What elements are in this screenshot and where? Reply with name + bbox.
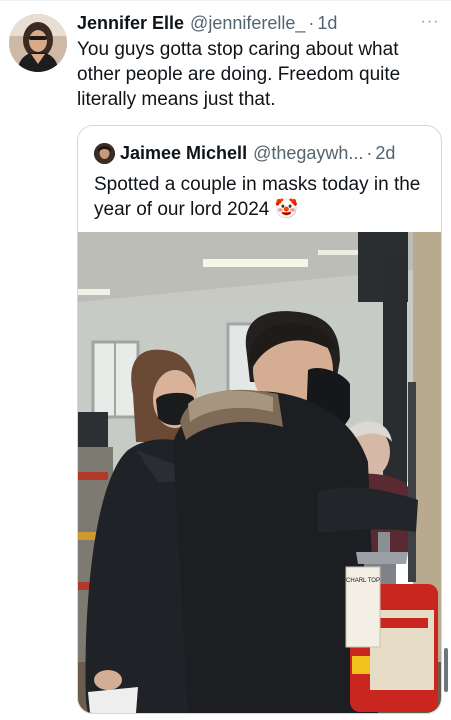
tweet-timestamp[interactable]: 1d bbox=[317, 13, 337, 34]
more-options-icon[interactable]: ··· bbox=[419, 12, 441, 32]
quoted-tweet-photo[interactable]: CHARL TOP bbox=[78, 232, 441, 713]
tweet-text: You guys gotta stop caring about what ot… bbox=[77, 39, 401, 110]
top-divider bbox=[0, 0, 451, 1]
separator-dot: · bbox=[308, 12, 315, 33]
scrollbar-thumb[interactable] bbox=[444, 648, 448, 692]
quoted-separator-dot: · bbox=[366, 142, 373, 163]
quoted-author-avatar[interactable] bbox=[94, 142, 115, 164]
quoted-timestamp[interactable]: 2d bbox=[375, 143, 395, 164]
quoted-author-handle[interactable]: @thegaywh... bbox=[253, 143, 363, 164]
tweet-header: Jennifer Elle @jenniferelle_ · 1d bbox=[77, 11, 421, 35]
author-avatar[interactable] bbox=[9, 14, 67, 72]
author-name[interactable]: Jennifer Elle bbox=[77, 13, 184, 34]
quoted-tweet-header: Jaimee Michell @thegaywh... · 2d bbox=[94, 141, 431, 165]
quoted-tweet-text: Spotted a couple in masks today in the y… bbox=[94, 174, 421, 220]
quoted-tweet-card[interactable]: Jaimee Michell @thegaywh... · 2d Spotted… bbox=[77, 125, 442, 714]
extinguisher-tag-text: CHARL TOP bbox=[346, 578, 380, 584]
author-handle[interactable]: @jenniferelle_ bbox=[190, 13, 305, 34]
quoted-author-name[interactable]: Jaimee Michell bbox=[120, 143, 247, 164]
